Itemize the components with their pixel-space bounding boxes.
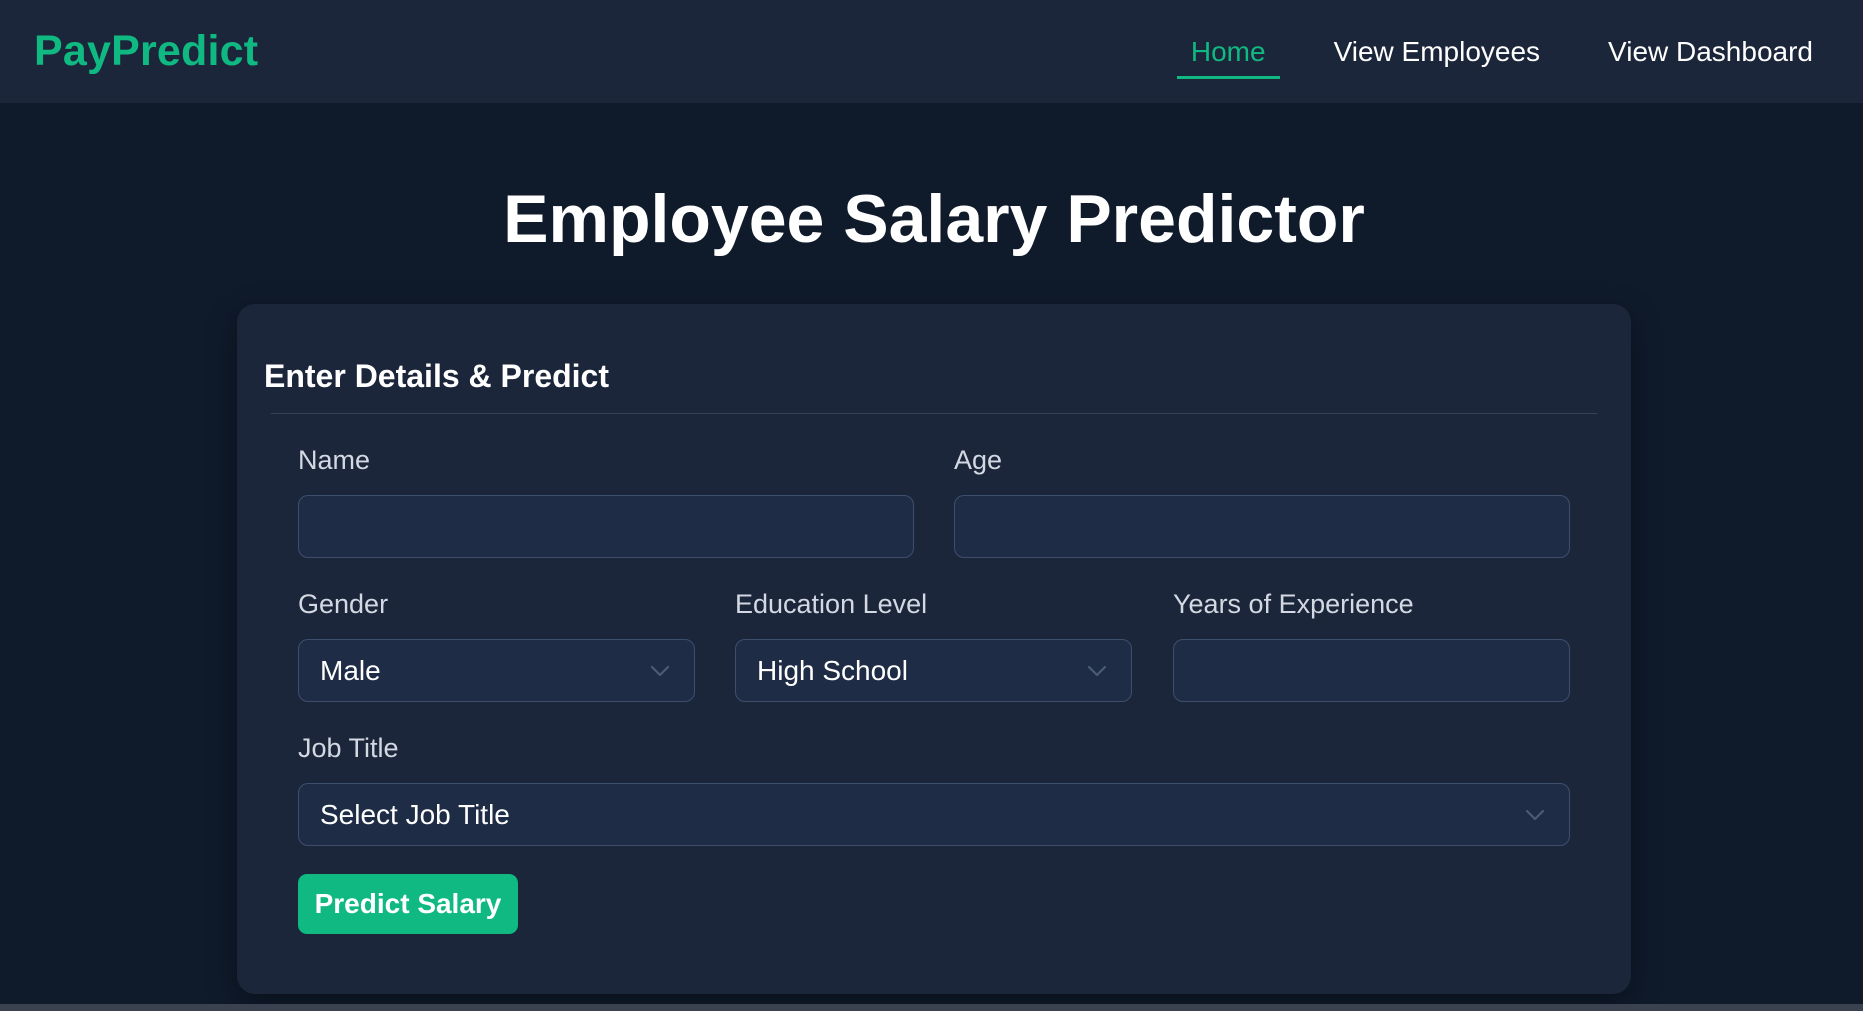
- education-label: Education Level: [735, 589, 928, 619]
- page-title: Employee Salary Predictor: [503, 181, 1365, 257]
- nav-link-home[interactable]: Home: [1176, 0, 1280, 103]
- nav-link-view-dashboard[interactable]: View Dashboard: [1594, 0, 1827, 103]
- chevron-down-icon: [650, 665, 670, 676]
- age-input[interactable]: [954, 495, 1570, 558]
- prediction-form-card: Enter Details & Predict Name Age Gender …: [237, 304, 1631, 994]
- gender-selected-value: Male: [320, 654, 381, 686]
- nav-links: Home View Employees View Dashboard: [1176, 0, 1827, 103]
- job-title-selected-value: Select Job Title: [320, 798, 510, 830]
- experience-input[interactable]: [1173, 639, 1570, 702]
- gender-label: Gender: [298, 589, 389, 619]
- nav-link-view-employees[interactable]: View Employees: [1320, 0, 1554, 103]
- job-title-label: Job Title: [298, 733, 399, 763]
- experience-label: Years of Experience: [1173, 589, 1414, 619]
- window-bottom-edge: [0, 1004, 1863, 1011]
- top-navbar: PayPredict Home View Employees View Dash…: [0, 0, 1863, 103]
- education-selected-value: High School: [757, 654, 908, 686]
- chevron-down-icon: [1087, 665, 1107, 676]
- job-title-select[interactable]: Select Job Title: [298, 783, 1570, 846]
- age-label: Age: [954, 445, 1003, 475]
- chevron-down-icon: [1525, 809, 1545, 820]
- predict-salary-button[interactable]: Predict Salary: [298, 874, 518, 934]
- name-label: Name: [298, 445, 371, 475]
- brand-logo[interactable]: PayPredict: [34, 27, 258, 76]
- card-title: Enter Details & Predict: [264, 358, 609, 394]
- name-input[interactable]: [298, 495, 914, 558]
- gender-select[interactable]: Male: [298, 639, 695, 702]
- education-select[interactable]: High School: [735, 639, 1132, 702]
